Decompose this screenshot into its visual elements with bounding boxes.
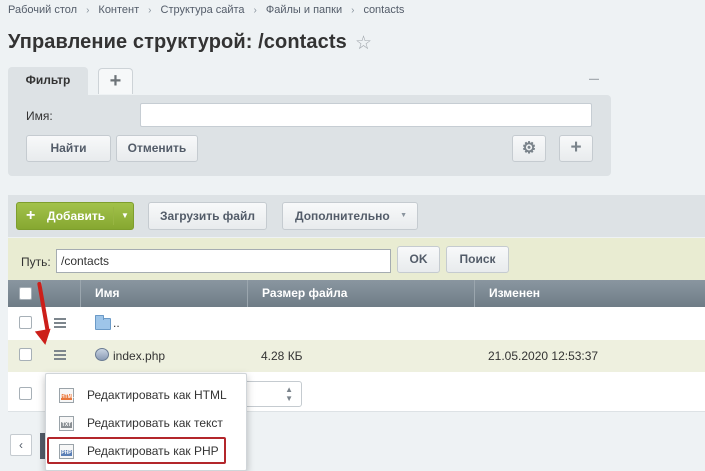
divider (80, 280, 81, 307)
add-button-label: Добавить (47, 209, 106, 223)
row-modified: 21.05.2020 12:53:37 (488, 349, 599, 363)
star-icon[interactable]: ☆ (355, 32, 372, 55)
menu-item-edit-html[interactable]: HTML Редактировать как HTML (46, 382, 248, 409)
gear-icon[interactable]: ⚙ (512, 135, 546, 162)
highlight-box (47, 437, 226, 464)
chevron-right-icon: › (86, 4, 90, 16)
row-name[interactable]: index.php (113, 349, 165, 363)
breadcrumb-files-folders[interactable]: Файлы и папки (266, 4, 342, 16)
select-all-checkbox[interactable] (19, 287, 32, 300)
collapse-filter-icon[interactable]: – (589, 69, 603, 87)
column-name[interactable]: Имя (95, 280, 120, 307)
menu-item-label: Редактировать как текст (87, 416, 223, 430)
path-input[interactable]: /contacts (56, 249, 391, 273)
divider (247, 280, 248, 307)
find-button[interactable]: Найти (26, 135, 111, 162)
chevron-right-icon: › (253, 4, 257, 16)
chevron-right-icon: › (351, 4, 355, 16)
add-filter-tab-button[interactable]: + (98, 68, 133, 94)
name-label: Имя: (26, 109, 53, 123)
name-filter-input[interactable] (140, 103, 592, 127)
menu-item-edit-text[interactable]: TXT Редактировать как текст (46, 410, 248, 437)
prev-page-button[interactable]: ‹ (10, 434, 32, 456)
red-arrow-head (34, 328, 54, 347)
breadcrumb-desktop[interactable]: Рабочий стол (8, 4, 77, 16)
column-modified[interactable]: Изменен (489, 280, 540, 307)
txt-file-icon: TXT (59, 416, 74, 431)
add-button[interactable]: + Добавить ▼ (16, 202, 134, 230)
table-row[interactable]: index.php 4.28 КБ 21.05.2020 12:53:37 (8, 340, 705, 372)
add-field-button[interactable]: + (559, 135, 593, 162)
search-button[interactable]: Поиск (446, 246, 509, 273)
footer-checkbox[interactable] (19, 387, 32, 400)
more-button-label: Дополнительно (295, 209, 390, 223)
row-name[interactable]: .. (113, 316, 120, 330)
divider (113, 207, 114, 225)
more-button[interactable]: Дополнительно ▼ (282, 202, 418, 230)
path-label: Путь: (21, 255, 51, 269)
row-menu-icon[interactable] (54, 318, 66, 328)
page-title: Управление структурой: /contacts (8, 31, 347, 53)
chevron-updown-icon: ▲ ▼ (285, 385, 293, 403)
table-row[interactable]: .. (8, 307, 705, 340)
tab-filter[interactable]: Фильтр (8, 67, 88, 95)
menu-item-label: Редактировать как HTML (87, 388, 227, 402)
divider (474, 280, 475, 307)
cancel-button[interactable]: Отменить (116, 135, 198, 162)
breadcrumb: Рабочий стол › Контент › Структура сайта › Фай… (8, 4, 404, 16)
folder-up-icon (95, 315, 111, 330)
breadcrumb-content[interactable]: Контент (98, 4, 139, 16)
html-file-icon: HTML (59, 388, 75, 403)
chevron-down-icon[interactable]: ▼ (121, 203, 129, 229)
row-size: 4.28 КБ (261, 349, 303, 363)
row-menu-icon[interactable] (54, 350, 66, 360)
chevron-down-icon: ▼ (400, 212, 407, 219)
php-file-icon (95, 348, 109, 361)
row-checkbox[interactable] (19, 348, 32, 361)
row-checkbox[interactable] (19, 316, 32, 329)
plus-icon: + (26, 207, 36, 224)
breadcrumb-contacts[interactable]: contacts (363, 4, 404, 16)
column-size[interactable]: Размер файла (262, 280, 347, 307)
breadcrumb-site-structure[interactable]: Структура сайта (161, 4, 245, 16)
chevron-right-icon: › (148, 4, 152, 16)
table-header: Имя Размер файла Изменен (8, 280, 705, 307)
ok-button[interactable]: OK (397, 246, 440, 273)
upload-file-button[interactable]: Загрузить файл (148, 202, 267, 230)
